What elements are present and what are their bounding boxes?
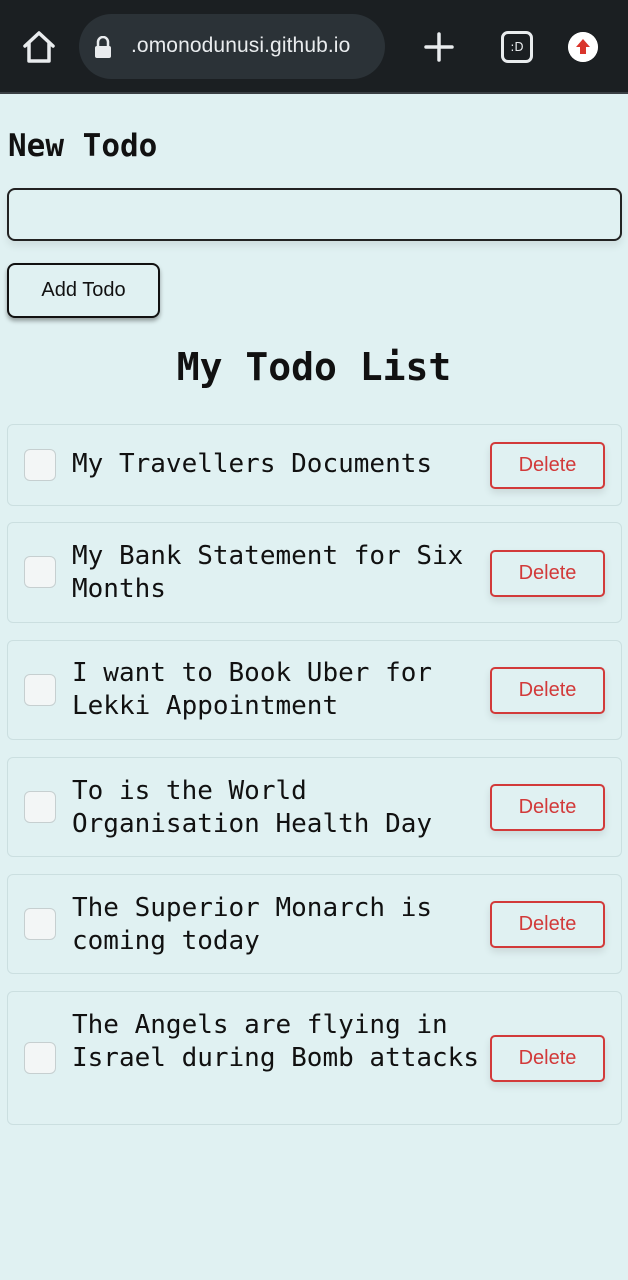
add-todo-button[interactable]: Add Todo xyxy=(7,263,160,318)
todo-checkbox[interactable] xyxy=(24,908,56,940)
todo-checkbox[interactable] xyxy=(24,674,56,706)
todo-checkbox[interactable] xyxy=(24,449,56,481)
todo-text: My Bank Statement for Six Months xyxy=(72,541,464,604)
todo-text: The Angels are flying in Israel during B… xyxy=(72,1010,479,1073)
delete-button[interactable]: Delete xyxy=(490,442,605,489)
todo-text: To is the World Organisation Health Day xyxy=(72,776,433,839)
todo-item: I want to Book Uber for Lekki Appointmen… xyxy=(7,640,622,740)
new-todo-label: New Todo xyxy=(8,128,158,164)
todo-input[interactable] xyxy=(7,188,622,241)
lock-icon xyxy=(95,36,111,58)
todo-item: My Travellers Documents Delete xyxy=(7,424,622,506)
home-icon[interactable] xyxy=(20,28,58,66)
delete-button[interactable]: Delete xyxy=(490,784,605,831)
page-title: My Todo List xyxy=(176,345,452,389)
delete-button[interactable]: Delete xyxy=(490,1035,605,1082)
todo-item: To is the World Organisation Health Day … xyxy=(7,757,622,857)
todo-text: The Superior Monarch is coming today xyxy=(72,893,433,956)
address-bar[interactable]: .omonodunusi.github.io xyxy=(79,14,385,79)
delete-button[interactable]: Delete xyxy=(490,901,605,948)
url-text: .omonodunusi.github.io xyxy=(131,34,351,57)
todo-checkbox[interactable] xyxy=(24,1042,56,1074)
browser-toolbar: .omonodunusi.github.io :D xyxy=(0,0,628,94)
delete-button[interactable]: Delete xyxy=(490,550,605,597)
tab-switcher-button[interactable]: :D xyxy=(501,31,533,63)
todo-item: The Angels are flying in Israel during B… xyxy=(7,991,622,1125)
todo-text: My Travellers Documents xyxy=(72,449,433,479)
todo-checkbox[interactable] xyxy=(24,791,56,823)
todo-checkbox[interactable] xyxy=(24,556,56,588)
todo-item: The Superior Monarch is coming today Del… xyxy=(7,874,622,974)
todo-text: I want to Book Uber for Lekki Appointmen… xyxy=(72,658,433,721)
new-tab-icon[interactable] xyxy=(422,30,456,64)
delete-button[interactable]: Delete xyxy=(490,667,605,714)
update-icon[interactable] xyxy=(568,32,598,62)
todo-item: My Bank Statement for Six Months Delete xyxy=(7,522,622,623)
